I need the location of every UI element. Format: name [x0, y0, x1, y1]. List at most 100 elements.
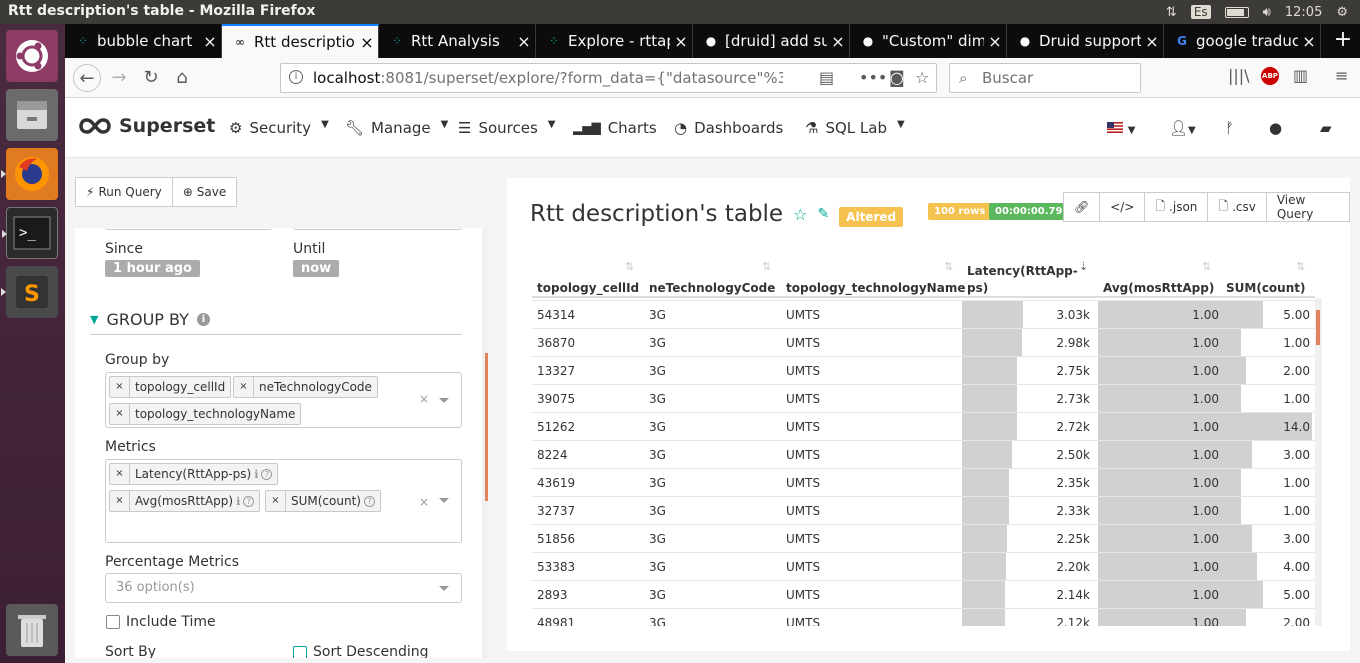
tab-explore[interactable]: ⁘ Explore - rttap ×: [536, 24, 693, 58]
site-info-icon[interactable]: i: [289, 70, 303, 84]
tab-custom-dim[interactable]: ● "Custom" dim ×: [850, 24, 1007, 58]
github-icon[interactable]: ●: [1269, 119, 1282, 137]
control-panel-scrollbar[interactable]: [482, 228, 488, 658]
remove-tag-icon[interactable]: ×: [266, 491, 286, 511]
scrollbar-thumb[interactable]: [485, 353, 488, 501]
dropdown-arrow-icon[interactable]: [439, 498, 449, 503]
metric-info-icon[interactable]: ℹ: [236, 495, 240, 508]
library-icon[interactable]: |||\: [1228, 66, 1250, 85]
firefox-icon[interactable]: [1, 148, 58, 200]
table-scrollbar[interactable]: [1315, 298, 1322, 626]
column-header-avg-mos[interactable]: Avg(mosRttApp): [1103, 280, 1214, 297]
adblock-icon[interactable]: ABP: [1261, 67, 1279, 85]
remove-tag-icon[interactable]: ×: [234, 377, 254, 397]
keyboard-language[interactable]: Es: [1190, 5, 1211, 19]
search-field[interactable]: ⌕ Buscar: [949, 63, 1141, 93]
groupby-select[interactable]: × topology_cellId × neTechnologyCode × t…: [105, 372, 462, 428]
sort-icon[interactable]: ⇅: [1296, 260, 1305, 273]
metrics-select[interactable]: × Latency(RttApp-ps) ℹ? × Avg(mosRttApp) ℹ…: [105, 459, 462, 543]
include-time-checkbox[interactable]: [106, 615, 120, 629]
documentation-book-icon[interactable]: ▰: [1320, 119, 1332, 137]
remove-tag-icon[interactable]: ×: [110, 377, 130, 397]
page-actions-icon[interactable]: •••: [859, 68, 887, 87]
close-icon[interactable]: ×: [1141, 32, 1163, 51]
edit-icon[interactable]: ✎: [817, 206, 829, 222]
info-icon[interactable]: i: [196, 313, 210, 326]
reload-button[interactable]: ↻: [137, 64, 165, 92]
chart-title[interactable]: Rtt description's table: [530, 201, 783, 227]
groupby-section-header[interactable]: ▼ GROUP BY i: [90, 310, 210, 329]
url-text[interactable]: localhost:8081/superset/explore/?form_da…: [313, 69, 783, 87]
dropdown-arrow-icon[interactable]: [439, 398, 449, 403]
since-value[interactable]: 1 hour ago: [105, 260, 200, 277]
column-header-technology-name[interactable]: topology_technologyName: [786, 280, 965, 297]
metric-info-icon[interactable]: ℹ: [254, 468, 258, 481]
menu-sql-lab[interactable]: ⚗ SQL Lab ▼: [805, 119, 905, 138]
scrollbar-thumb[interactable]: [1316, 310, 1320, 345]
menu-security[interactable]: ⚙ Security ▼: [229, 119, 329, 138]
clock[interactable]: 12:05: [1285, 5, 1322, 20]
copy-link-button[interactable]: 🔗︎: [1063, 192, 1101, 222]
tab-druid-add[interactable]: ● [druid] add su ×: [693, 24, 850, 58]
sort-descending-checkbox[interactable]: [293, 646, 307, 658]
menu-charts[interactable]: ▂▅▇ Charts: [573, 119, 657, 137]
battery-icon[interactable]: [1224, 6, 1249, 18]
tab-druid-support[interactable]: ● Druid support ×: [1007, 24, 1164, 58]
bookmark-star-icon[interactable]: ☆: [915, 68, 929, 87]
files-icon[interactable]: [6, 89, 58, 141]
column-header-sum-count[interactable]: SUM(count): [1226, 280, 1305, 297]
close-icon[interactable]: ×: [199, 32, 221, 51]
sublime-text-icon[interactable]: S: [1, 266, 58, 318]
home-button[interactable]: ⌂: [168, 64, 196, 92]
back-button[interactable]: ←: [73, 64, 101, 92]
network-icon[interactable]: ⇅: [1166, 5, 1177, 20]
question-icon[interactable]: ?: [363, 495, 375, 507]
trash-icon[interactable]: [6, 604, 58, 656]
menu-dashboards[interactable]: ◔ Dashboards: [674, 119, 783, 137]
user-menu-icon[interactable]: 👤︎▼: [1169, 119, 1196, 137]
close-icon[interactable]: ×: [827, 32, 849, 51]
new-tab-button[interactable]: +: [1326, 24, 1360, 58]
sort-desc-icon[interactable]: ⇣: [1079, 260, 1088, 273]
language-flag-icon[interactable]: ▼: [1107, 119, 1135, 137]
column-header-technology-code[interactable]: neTechnologyCode: [649, 280, 775, 297]
close-icon[interactable]: ×: [513, 32, 535, 51]
altered-badge[interactable]: Altered: [839, 207, 904, 227]
ubuntu-dash-icon[interactable]: [6, 30, 58, 82]
sort-icon[interactable]: ⇅: [1202, 260, 1211, 273]
sort-icon[interactable]: ⇅: [944, 260, 953, 273]
volume-icon[interactable]: 🔊︎: [1263, 5, 1271, 20]
remove-tag-icon[interactable]: ×: [110, 464, 130, 484]
save-button[interactable]: ⊕ Save: [172, 177, 238, 207]
run-query-button[interactable]: ⚡︎ Run Query: [75, 177, 173, 207]
view-query-button[interactable]: View Query: [1266, 192, 1350, 222]
power-gear-icon[interactable]: ⚙: [1336, 5, 1348, 20]
menu-sources[interactable]: ☰ Sources ▼: [458, 119, 556, 138]
version-branch-icon[interactable]: ᚠ: [1225, 119, 1234, 137]
clear-all-icon[interactable]: ×: [419, 392, 429, 406]
terminal-icon[interactable]: >_: [2, 207, 58, 259]
superset-logo[interactable]: Superset: [79, 115, 215, 137]
forward-button[interactable]: →: [105, 64, 133, 92]
embed-code-button[interactable]: </>: [1100, 192, 1146, 222]
pocket-icon[interactable]: ◙: [889, 68, 905, 87]
export-csv-button[interactable]: 🗋︎ .csv: [1208, 192, 1267, 222]
remove-tag-icon[interactable]: ×: [110, 404, 130, 424]
column-header-cellid[interactable]: topology_cellId: [537, 280, 639, 297]
sort-icon[interactable]: ⇅: [762, 260, 771, 273]
close-icon[interactable]: ×: [984, 32, 1006, 51]
dropdown-arrow-icon[interactable]: [439, 586, 449, 591]
close-icon[interactable]: ×: [1298, 32, 1320, 51]
reader-view-icon[interactable]: ▤: [819, 68, 834, 87]
close-icon[interactable]: ×: [670, 32, 692, 51]
column-header-latency[interactable]: Latency(RttApp-ps): [967, 263, 1078, 297]
control-panel[interactable]: Since 1 hour ago Until now ▼ GROUP BY i …: [75, 228, 488, 658]
tab-rtt-analysis[interactable]: ⁘ Rtt Analysis ×: [379, 24, 536, 58]
favorite-star-icon[interactable]: ☆: [793, 205, 807, 224]
question-icon[interactable]: ?: [243, 495, 255, 507]
question-icon[interactable]: ?: [261, 468, 273, 480]
tab-google-translate[interactable]: G google traduc ×: [1164, 24, 1321, 58]
tab-bubble-chart[interactable]: ⁘ bubble chart ×: [65, 24, 222, 58]
menu-manage[interactable]: 🔧︎ Manage ▼: [345, 119, 448, 138]
percentage-metrics-select[interactable]: 36 option(s): [105, 573, 462, 603]
